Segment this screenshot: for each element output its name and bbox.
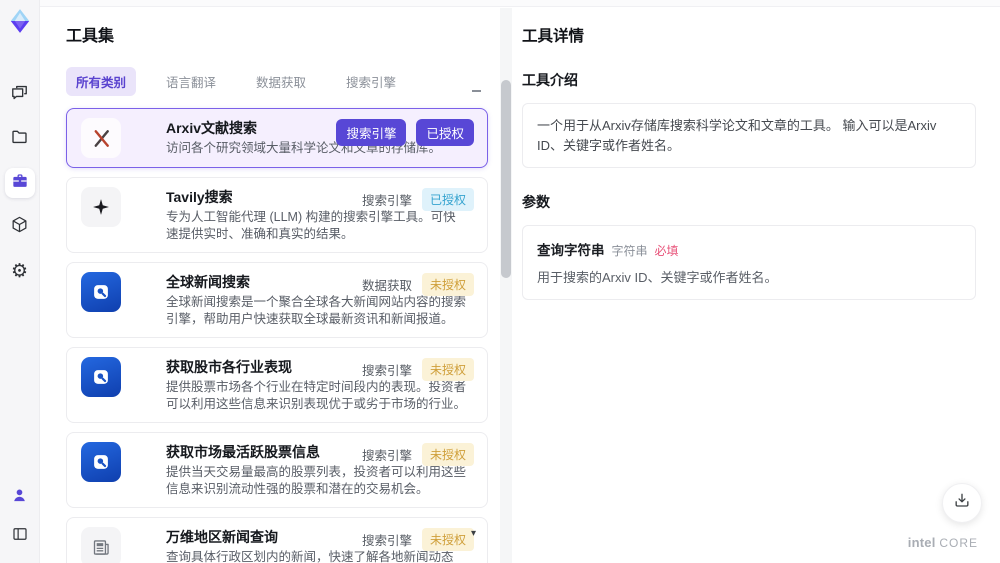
tool-card[interactable]: 全球新闻搜索 全球新闻搜索是一个聚合全球各大新闻网站内容的搜索引擎，帮助用户快速… — [66, 262, 488, 338]
intel-logo-text: intel — [907, 535, 936, 550]
tool-tags: 搜索引擎 未授权 — [362, 358, 474, 381]
scroll-down-indicator[interactable]: ▾ — [471, 528, 476, 539]
list-scrollbar-thumb[interactable] — [501, 80, 511, 278]
category-tag-button[interactable]: 搜索引擎 — [336, 119, 407, 146]
category-label: 搜索引擎 — [361, 534, 412, 548]
category-tab-3[interactable]: 搜索引擎 — [336, 67, 406, 96]
tool-description: 专为人工智能代理 (LLM) 构建的搜索引擎工具。可快速提供实时、准确和真实的结… — [166, 210, 456, 241]
tool-card[interactable]: 万维地区新闻查询 查询具体行政区划内的新闻，快速了解各地新闻动态 搜索引擎 未授权 — [66, 517, 488, 563]
arxiv-logo-icon — [81, 118, 121, 158]
category-tabs: 所有类别 语言翻译 数据获取 搜索引擎 — [66, 67, 500, 96]
tool-tags: 搜索引擎 已授权 — [362, 188, 474, 211]
auth-status-badge: 未授权 — [421, 358, 474, 381]
gear-icon: ⚙ — [10, 260, 29, 282]
cube-icon — [10, 215, 29, 239]
tool-description: 全球新闻搜索是一个聚合全球各大新闻网站内容的搜索引擎，帮助用户快速获取全球最新资… — [166, 295, 467, 326]
folder-icon — [10, 127, 29, 151]
param-name: 查询字符串 — [537, 243, 605, 258]
tool-tags: 数据获取 未授权 — [362, 273, 474, 296]
app-sidebar: ⚙ — [0, 0, 40, 563]
blue-search-logo-icon — [81, 357, 121, 397]
list-scrollbar-track[interactable] — [500, 8, 512, 563]
param-list: 查询字符串 字符串 必填 用于搜索的Arxiv ID、关键字或作者姓名。 — [522, 225, 976, 300]
category-label: 搜索引擎 — [361, 449, 412, 463]
tool-card[interactable]: Arxiv文献搜索 访问各个研究领域大量科学论文和文章的存储库。 搜索引擎 已授权 — [66, 108, 488, 168]
tavily-logo-icon — [81, 187, 121, 227]
window-top-strip — [40, 0, 1000, 7]
user-icon — [11, 487, 28, 509]
sidebar-item-panel-toggle[interactable] — [5, 521, 35, 551]
sidebar-item-tools[interactable] — [4, 168, 35, 198]
sidebar-item-models[interactable] — [5, 212, 35, 242]
intro-section-title: 工具介绍 — [522, 72, 578, 88]
scroll-up-indicator[interactable] — [472, 90, 481, 92]
tool-detail-panel: 工具详情 工具介绍 一个用于从Arxiv存储库搜索科学论文和文章的工具。 输入可… — [512, 8, 1000, 563]
category-label: 数据获取 — [361, 279, 412, 293]
blue-search-logo-icon — [81, 442, 121, 482]
blue-search-logo-icon — [81, 272, 121, 312]
param-description: 用于搜索的Arxiv ID、关键字或作者姓名。 — [537, 270, 778, 285]
download-icon — [952, 491, 972, 516]
category-label: 搜索引擎 — [361, 364, 412, 378]
tool-description: 提供股票市场各个行业在特定时间段内的表现。投资者可以利用这些信息来识别表现优于或… — [166, 380, 467, 411]
params-section-title: 参数 — [522, 194, 550, 210]
tool-intro-text: 一个用于从Arxiv存储库搜索科学论文和文章的工具。 输入可以是Arxiv ID… — [522, 103, 976, 168]
tool-tags: 搜索引擎 未授权 — [362, 443, 474, 466]
tool-list-panel: 工具集 所有类别 语言翻译 数据获取 搜索引擎 Arxiv文献搜索 访问各个研究领域大… — [40, 8, 500, 563]
category-tab-0[interactable]: 所有类别 — [66, 67, 137, 96]
intel-core-logo: intel CORE — [908, 535, 978, 550]
auth-status-badge: 未授权 — [421, 273, 474, 296]
param-type: 字符串 — [611, 244, 648, 258]
param-required-badge: 必填 — [654, 244, 679, 258]
auth-status-badge: 已授权 — [421, 188, 474, 211]
category-tab-2[interactable]: 数据获取 — [246, 67, 316, 96]
auth-status-badge: 未授权 — [421, 528, 474, 551]
tool-card[interactable]: 获取股市各行业表现 提供股票市场各个行业在特定时间段内的表现。投资者可以利用这些… — [66, 347, 488, 423]
toolbox-icon — [10, 171, 30, 196]
tool-tags: 搜索引擎 未授权 — [362, 528, 474, 551]
core-logo-text: CORE — [939, 536, 978, 550]
download-button[interactable] — [942, 483, 982, 523]
app-logo-icon — [7, 8, 33, 34]
newspaper-icon — [81, 527, 121, 563]
tool-tags: 搜索引擎 已授权 — [336, 119, 474, 146]
tool-card[interactable]: 获取市场最活跃股票信息 提供当天交易量最高的股票列表，投资者可以利用这些信息来识… — [66, 432, 488, 508]
sidebar-item-chat[interactable] — [5, 80, 35, 110]
tool-card[interactable]: Tavily搜索 专为人工智能代理 (LLM) 构建的搜索引擎工具。可快速提供实… — [66, 177, 488, 253]
sidebar-item-files[interactable] — [5, 124, 35, 154]
auth-status-badge: 未授权 — [421, 443, 474, 466]
page-title: 工具集 — [66, 28, 115, 45]
sidebar-item-user[interactable] — [5, 483, 35, 513]
tool-description: 查询具体行政区划内的新闻，快速了解各地新闻动态 — [166, 550, 454, 563]
auth-status-button[interactable]: 已授权 — [416, 119, 474, 146]
panel-toggle-icon — [11, 525, 29, 548]
category-tab-1[interactable]: 语言翻译 — [156, 67, 226, 96]
chat-icon — [10, 83, 29, 107]
detail-panel-title: 工具详情 — [522, 28, 585, 45]
category-label: 搜索引擎 — [361, 194, 412, 208]
sidebar-item-settings[interactable]: ⚙ — [5, 256, 35, 286]
param-card: 查询字符串 字符串 必填 用于搜索的Arxiv ID、关键字或作者姓名。 — [522, 225, 976, 300]
tool-description: 提供当天交易量最高的股票列表，投资者可以利用这些信息来识别流动性强的股票和潜在的… — [166, 465, 467, 496]
tool-list: Arxiv文献搜索 访问各个研究领域大量科学论文和文章的存储库。 搜索引擎 已授权… — [66, 108, 488, 563]
